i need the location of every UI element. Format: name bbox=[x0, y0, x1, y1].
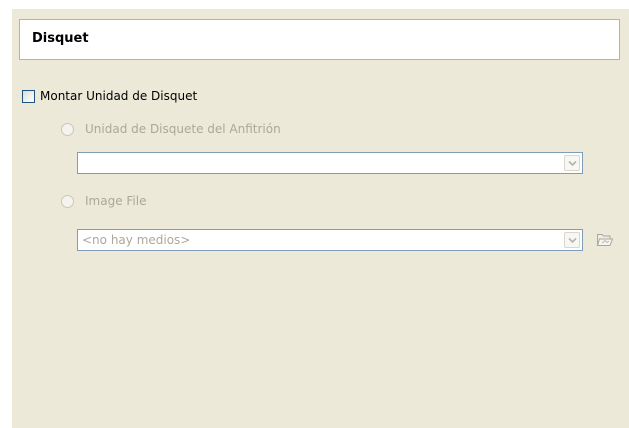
mount-floppy-label[interactable]: Montar Unidad de Disquet bbox=[40, 89, 197, 103]
page-title: Disquet bbox=[32, 31, 89, 46]
image-file-radio[interactable] bbox=[61, 194, 74, 208]
host-drive-select[interactable] bbox=[77, 152, 583, 174]
host-drive-radio[interactable] bbox=[61, 122, 74, 136]
image-file-label[interactable]: Image File bbox=[85, 194, 146, 208]
section-header: Disquet bbox=[19, 19, 620, 60]
folder-open-icon bbox=[596, 234, 614, 246]
host-drive-dropdown-button[interactable] bbox=[564, 155, 580, 171]
chevron-down-icon bbox=[568, 237, 577, 244]
image-file-select[interactable]: <no hay medios> bbox=[77, 229, 583, 251]
open-image-button[interactable] bbox=[596, 230, 614, 248]
host-drive-option[interactable]: Unidad de Disquete del Anfitrión bbox=[61, 121, 281, 137]
floppy-settings-pane: Disquet Montar Unidad de Disquet Unidad … bbox=[12, 9, 629, 428]
image-file-option[interactable]: Image File bbox=[61, 193, 146, 209]
mount-floppy-checkbox[interactable] bbox=[22, 89, 35, 103]
image-file-dropdown-button[interactable] bbox=[564, 232, 580, 248]
image-file-select-value: <no hay medios> bbox=[82, 233, 191, 247]
host-drive-label[interactable]: Unidad de Disquete del Anfitrión bbox=[85, 122, 281, 136]
chevron-down-icon bbox=[568, 160, 577, 167]
mount-floppy-option[interactable]: Montar Unidad de Disquet bbox=[22, 88, 197, 104]
